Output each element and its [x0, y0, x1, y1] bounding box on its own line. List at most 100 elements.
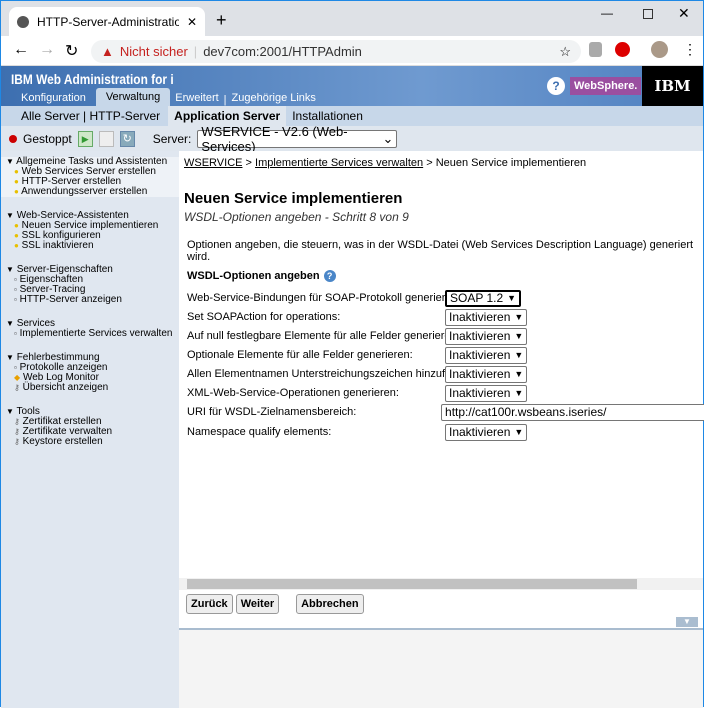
sidebar-group: ▼ Server-Eigenschaften ▫ Eigenschaften ▫ S… — [1, 265, 179, 305]
chevron-down-icon: ▼ — [514, 312, 524, 322]
option-select[interactable]: Inaktivieren ▼ — [445, 384, 528, 402]
new-tab-icon[interactable]: + — [216, 10, 227, 31]
maximize-icon[interactable] — [643, 9, 653, 19]
tab-zugehoerige-links[interactable]: Zugehörige Links — [227, 90, 321, 106]
star-icon[interactable]: ☆ — [559, 44, 571, 60]
tab-title: HTTP-Server-Administration auf I — [37, 14, 179, 29]
subnav-alle-server[interactable]: Alle Server — [21, 109, 80, 123]
option-select[interactable]: SOAP 1.2 ▼ — [445, 289, 522, 307]
breadcrumb-wservice[interactable]: WSERVICE — [184, 157, 242, 169]
uri-input[interactable]: http://cat100r.wsbeans.iseries/ — [441, 403, 704, 421]
triangle-down-icon: ▼ — [6, 157, 14, 166]
refresh-button[interactable]: ↻ — [119, 130, 135, 147]
wrench-icon: ⚷ — [14, 427, 20, 436]
breadcrumb-services[interactable]: Implementierte Services verwalten — [255, 157, 423, 169]
help-icon[interactable]: ? — [323, 270, 336, 282]
option-row: Namespace qualify elements: Inaktivieren ▼ — [187, 423, 704, 441]
menu-icon[interactable]: ⋮ — [683, 41, 697, 58]
breadcrumb: WSERVICE > Implementierte Services verwa… — [184, 157, 587, 169]
sidebar-item[interactable]: ⚷ Keystore erstellen — [6, 437, 179, 447]
sidebar-item[interactable]: ● SSL inaktivieren — [6, 241, 179, 251]
cancel-button[interactable]: Abbrechen — [296, 594, 364, 614]
wrench-icon: ⚷ — [14, 417, 20, 426]
bottom-panel — [179, 628, 703, 708]
sidebar-item[interactable]: ● Anwendungsserver erstellen — [6, 187, 179, 197]
option-label: Auf null festlegbare Elemente für alle F… — [187, 330, 460, 342]
ibm-logo: IBM — [642, 66, 703, 106]
sidebar-item[interactable]: ⚷ Übersicht anzeigen — [6, 383, 179, 393]
chevron-down-icon: ▼ — [514, 388, 524, 398]
start-button[interactable]: ▶ — [77, 130, 93, 147]
option-row: Optionale Elemente für alle Felder gener… — [187, 346, 704, 364]
option-label: Optionale Elemente für alle Felder gener… — [187, 349, 413, 361]
server-select[interactable]: WSERVICE - V2.6 (Web-Services) ⌄ — [197, 124, 398, 154]
address-bar: ← → ↻ ▲ Nicht sicher | dev7com:2001/HTTP… — [1, 36, 703, 66]
option-select[interactable]: Inaktivieren ▼ — [445, 308, 528, 326]
page-icon: ▫ — [14, 275, 17, 284]
triangle-down-icon: ▼ — [6, 319, 14, 328]
option-label: XML-Web-Service-Operationen generieren: — [187, 387, 399, 399]
subnav-installationen[interactable]: Installationen — [292, 109, 363, 123]
wrench-icon: ⚷ — [14, 437, 20, 446]
bulb-icon: ● — [14, 231, 19, 240]
triangle-down-icon: ▼ — [6, 211, 14, 220]
chevron-down-icon: ▼ — [514, 350, 524, 360]
close-window-icon[interactable]: ✕ — [678, 5, 690, 22]
chevron-down-icon: ▼ — [514, 369, 524, 379]
tab-erweitert[interactable]: Erweitert — [170, 90, 223, 106]
option-row: URI für WSDL-Zielnamensbereich: http://ca… — [187, 403, 704, 421]
bulb-icon: ● — [14, 177, 19, 186]
browser-tab[interactable]: HTTP-Server-Administration auf I ✕ — [9, 7, 205, 36]
option-label: Namespace qualify elements: — [187, 426, 332, 438]
option-label: Web-Service-Bindungen für SOAP-Protokoll… — [187, 292, 461, 304]
main-content: WSERVICE > Implementierte Services verwa… — [179, 151, 704, 628]
close-tab-icon[interactable]: ✕ — [187, 15, 197, 29]
horizontal-scrollbar[interactable] — [179, 578, 703, 590]
help-icon[interactable]: ? — [547, 77, 565, 95]
websphere-logo: WebSphere. — [570, 77, 642, 95]
option-select[interactable]: Inaktivieren ▼ — [445, 365, 528, 383]
sidebar-group: ▼ Tools ⚷ Zertifikat erstellen ⚷ Zertifika… — [1, 407, 179, 447]
sidebar-item[interactable]: ▫ HTTP-Server anzeigen — [6, 295, 179, 305]
sidebar-group: ▼ Allgemeine Tasks und Assistenten ● Web … — [1, 157, 179, 197]
page-title: Neuen Service implementieren — [184, 190, 403, 207]
back-icon[interactable]: ← — [13, 41, 29, 59]
app-title: IBM Web Administration for i — [11, 71, 174, 87]
server-toolbar: Gestoppt ▶ ↻ Server: WSERVICE - V2.6 (We… — [1, 124, 703, 154]
extension-icon[interactable] — [589, 42, 602, 57]
option-row: Set SOAPAction for operations: Inaktivier… — [187, 308, 704, 326]
bulb-icon: ● — [14, 187, 19, 196]
option-row: XML-Web-Service-Operationen generieren: I… — [187, 384, 704, 402]
triangle-down-icon: ▼ — [6, 407, 14, 416]
avatar[interactable] — [651, 41, 668, 58]
server-status: Gestoppt — [23, 131, 72, 146]
page-icon: ▫ — [14, 329, 17, 338]
back-button[interactable]: Zurück — [186, 594, 233, 614]
url-field[interactable]: ▲ Nicht sicher | dev7com:2001/HTTPAdmin … — [91, 40, 581, 63]
tab-konfiguration[interactable]: Konfiguration — [11, 90, 96, 106]
option-select[interactable]: Inaktivieren ▼ — [445, 346, 528, 364]
triangle-down-icon: ▼ — [6, 265, 14, 274]
minimize-icon[interactable]: — — [601, 6, 613, 20]
stop-button[interactable] — [98, 130, 114, 147]
forward-icon[interactable]: → — [39, 41, 55, 59]
collapse-icon[interactable]: ▼ — [676, 617, 698, 627]
adblock-icon[interactable] — [615, 42, 630, 57]
option-label: URI für WSDL-Zielnamensbereich: — [187, 406, 357, 418]
option-select[interactable]: Inaktivieren ▼ — [445, 327, 528, 345]
option-select[interactable]: Inaktivieren ▼ — [445, 423, 528, 441]
sidebar-group: ▼ Services ▫ Implementierte Services verw… — [1, 319, 179, 339]
next-button[interactable]: Weiter — [235, 594, 280, 614]
page-icon: ▫ — [14, 285, 17, 294]
subnav-http-server[interactable]: HTTP-Server — [89, 109, 160, 123]
option-row: Auf null festlegbare Elemente für alle F… — [187, 327, 704, 345]
reload-icon[interactable]: ↻ — [65, 41, 78, 61]
tab-verwaltung[interactable]: Verwaltung — [95, 88, 171, 106]
triangle-down-icon: ▼ — [6, 353, 14, 362]
security-label[interactable]: Nicht sicher — [120, 44, 188, 59]
description: Optionen angeben, die steuern, was in de… — [187, 239, 694, 263]
bulb-icon: ● — [14, 167, 19, 176]
server-label: Server: — [152, 131, 192, 146]
page-icon: ▫ — [14, 295, 17, 304]
sidebar-item[interactable]: ▫ Implementierte Services verwalten — [6, 329, 179, 339]
